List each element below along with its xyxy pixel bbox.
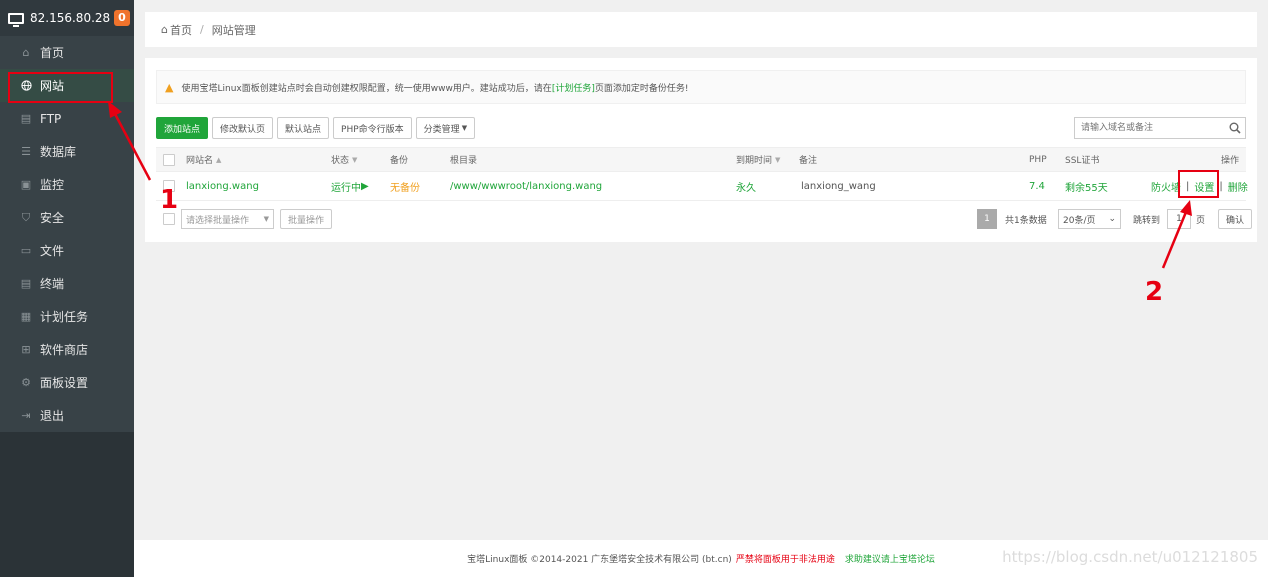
footer-forum-link[interactable]: 求助建议请上宝塔论坛 xyxy=(845,552,935,565)
footer-warning: 严禁将面板用于非法用途 xyxy=(735,555,835,565)
annotation-number-2: 2 xyxy=(1145,277,1164,307)
annotation-arrows xyxy=(108,101,1192,269)
annotation-number-1: 1 xyxy=(160,185,179,215)
watermark: https://blog.csdn.net/u012121805 xyxy=(1002,548,1258,566)
footer-copyright: 宝塔Linux面板 ©2014-2021 广东堡塔安全技术有限公司 (bt.cn… xyxy=(467,555,732,565)
